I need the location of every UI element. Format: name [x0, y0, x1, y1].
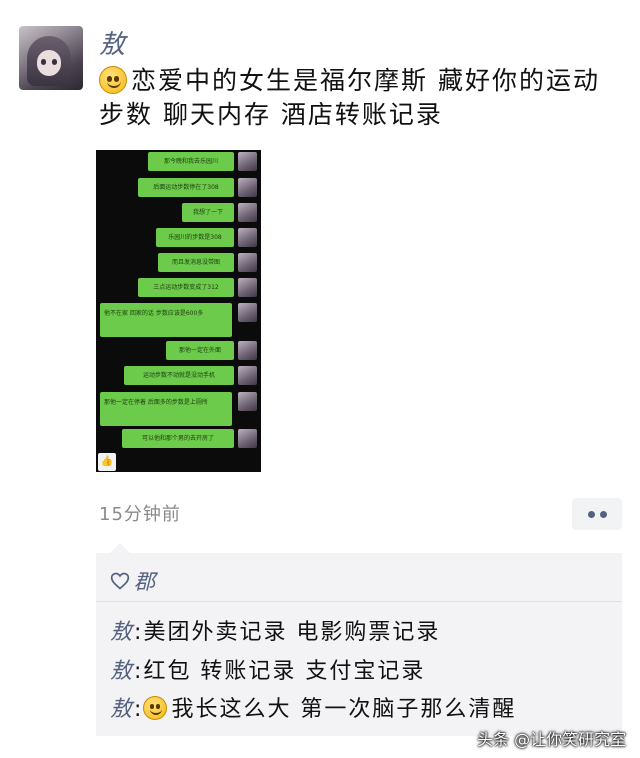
- chat-avatar: [238, 303, 257, 322]
- chat-avatar: [238, 203, 257, 222]
- chat-bubble: 三点运动步数变成了312: [138, 278, 234, 297]
- post-time: 15分钟前: [99, 504, 181, 525]
- watermark: 头条 @让你笑研究室: [477, 730, 627, 749]
- chat-avatar: [238, 178, 257, 197]
- more-dots-icon: [587, 510, 595, 518]
- comment-text: 红包 转账记录 支付宝记录: [143, 659, 426, 684]
- chat-bubble: 他不在家 回家的话 步数应该是600多: [100, 303, 232, 337]
- comment-text: 我长这么大 第一次脑子那么清醒: [171, 697, 517, 722]
- comment-caret: [110, 543, 130, 553]
- chat-bubble: 可以他和那个男的去开房了: [122, 429, 234, 448]
- comment-separator: :: [134, 697, 144, 722]
- comment-item[interactable]: 敖:红包 转账记录 支付宝记录: [110, 653, 425, 685]
- chat-bubble: 那他一定在外面: [166, 341, 234, 360]
- comment-item[interactable]: 敖: 我长这么大 第一次脑子那么清醒: [110, 691, 516, 723]
- smile-emoji-icon: [143, 696, 168, 720]
- post-image-chat-screenshot[interactable]: 那今晚和我去乐园川 后面运动步数停在了308 我想了一下 乐园川的步数是308 …: [96, 150, 261, 472]
- chat-avatar: [238, 152, 257, 171]
- more-dots-icon: [599, 510, 607, 518]
- chat-avatar: [238, 392, 257, 411]
- chat-avatar: [238, 341, 257, 360]
- comments-panel: 郡 敖:美团外卖记录 电影购票记录 敖:红包 转账记录 支付宝记录 敖: 我长这么…: [96, 553, 622, 736]
- chat-bubble: 那今晚和我去乐园川: [148, 152, 234, 171]
- chat-avatar: [238, 228, 257, 247]
- divider: [96, 601, 622, 602]
- heart-icon: [110, 572, 130, 590]
- comment-author[interactable]: 敖: [110, 697, 134, 722]
- comment-author[interactable]: 敖: [110, 659, 134, 684]
- comment-item[interactable]: 敖:美团外卖记录 电影购票记录: [110, 614, 440, 646]
- post-text: 恋爱中的女生是福尔摩斯 藏好你的运动步数 聊天内存 酒店转账记录: [99, 64, 619, 132]
- smile-emoji-icon: [99, 66, 127, 94]
- more-actions-button[interactable]: [572, 498, 622, 530]
- chat-bubble: 乐园川的步数是308: [156, 228, 234, 247]
- chat-avatar: [238, 278, 257, 297]
- chat-bubble: 那他一定在停着 后面多的步数是上厕所: [100, 392, 232, 426]
- comment-author[interactable]: 敖: [110, 620, 134, 645]
- comment-text: 美团外卖记录 电影购票记录: [143, 620, 441, 645]
- chat-avatar: [238, 366, 257, 385]
- chat-avatar: [238, 253, 257, 272]
- chat-avatar: [238, 429, 257, 448]
- chat-bubble: 后面运动步数停在了308: [138, 178, 234, 197]
- avatar[interactable]: [19, 26, 83, 90]
- likes-row: 郡: [110, 563, 155, 599]
- post-text-content: 恋爱中的女生是福尔摩斯 藏好你的运动步数 聊天内存 酒店转账记录: [99, 66, 600, 129]
- chat-bubble: 而且发消息没带图: [158, 253, 234, 272]
- post-author-name[interactable]: 敖: [99, 24, 125, 61]
- thumbs-up-icon: 👍: [98, 453, 116, 471]
- chat-bubble: 我想了一下: [182, 203, 234, 222]
- like-user-name[interactable]: 郡: [134, 566, 155, 596]
- chat-bubble: 运动步数不动就是没动手机: [124, 366, 234, 385]
